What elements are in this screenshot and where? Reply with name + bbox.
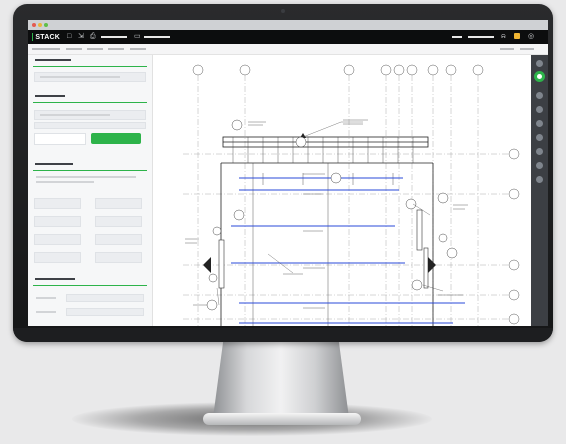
- stack-logo[interactable]: STACK: [32, 32, 60, 42]
- nav-item[interactable]: [66, 48, 82, 50]
- blueprint-drawing[interactable]: [153, 55, 531, 326]
- help-icon[interactable]: ◎: [528, 33, 535, 40]
- row-value[interactable]: [66, 308, 144, 316]
- section-title: [35, 95, 65, 97]
- bell-icon[interactable]: ⍾: [501, 33, 508, 40]
- section-divider: [33, 66, 147, 67]
- nav-item[interactable]: [520, 48, 534, 50]
- user-icon[interactable]: [514, 33, 520, 39]
- browser-chrome: [28, 20, 548, 30]
- add-button[interactable]: [91, 133, 141, 144]
- markup-tool-icon[interactable]: [536, 148, 543, 155]
- property-field[interactable]: [34, 198, 81, 209]
- nav-item[interactable]: [32, 48, 60, 50]
- select-tool-dot: [537, 74, 542, 79]
- section-divider: [33, 102, 147, 103]
- area-tool-icon[interactable]: [536, 120, 543, 127]
- camera: [281, 9, 285, 13]
- toolbar-dropdown[interactable]: [101, 36, 127, 38]
- right-toolbar: [531, 55, 548, 326]
- secondary-nav: [28, 44, 548, 55]
- property-field[interactable]: [95, 252, 142, 263]
- field-placeholder: [40, 114, 110, 116]
- section-title: [35, 59, 71, 61]
- select-tool-icon[interactable]: [534, 71, 545, 82]
- layers-tool-icon[interactable]: [536, 162, 543, 169]
- toolbar-text: [452, 36, 462, 38]
- field-placeholder: [40, 76, 120, 78]
- section-divider: [33, 170, 147, 171]
- stack-logo-icon: [32, 33, 34, 41]
- pan-tool-icon[interactable]: [536, 92, 543, 99]
- text-line: [36, 181, 94, 183]
- blueprint-svg: [183, 64, 520, 326]
- count-tool-icon[interactable]: [536, 134, 543, 141]
- nav-item[interactable]: [108, 48, 124, 50]
- nav-item[interactable]: [87, 48, 103, 50]
- minimize-dot[interactable]: [38, 23, 42, 27]
- text-line: [36, 176, 136, 178]
- monitor-stand: [213, 336, 349, 418]
- screen: STACK □ ⇲ ⎙ ▭ ⍾ ◎: [28, 20, 548, 326]
- print-icon[interactable]: ⎙: [90, 33, 97, 40]
- toolbar-dropdown[interactable]: [144, 36, 170, 38]
- item-field[interactable]: [34, 122, 146, 129]
- monitor-base: [203, 413, 361, 425]
- square-icon[interactable]: □: [67, 33, 74, 40]
- monitor-chin: [13, 328, 553, 342]
- left-panel: [28, 55, 153, 326]
- window-icon[interactable]: ▭: [134, 33, 141, 40]
- zoom-tool-icon[interactable]: [536, 60, 543, 67]
- app-logo-text: STACK: [35, 33, 60, 41]
- settings-tool-icon[interactable]: [536, 176, 543, 183]
- zoom-dot[interactable]: [44, 23, 48, 27]
- property-field[interactable]: [95, 234, 142, 245]
- section-title: [35, 278, 75, 280]
- property-field[interactable]: [95, 198, 142, 209]
- section-divider: [33, 285, 147, 286]
- item-code-input[interactable]: [34, 133, 86, 145]
- nav-item[interactable]: [130, 48, 146, 50]
- property-field[interactable]: [34, 252, 81, 263]
- toolbar-text: [468, 36, 494, 38]
- expand-icon[interactable]: ⇲: [78, 33, 85, 40]
- close-dot[interactable]: [32, 23, 36, 27]
- row-label: [36, 297, 56, 299]
- row-label: [36, 311, 56, 313]
- app-toolbar: STACK □ ⇲ ⎙ ▭ ⍾ ◎: [28, 30, 548, 44]
- nav-item[interactable]: [500, 48, 514, 50]
- property-field[interactable]: [95, 216, 142, 227]
- property-field[interactable]: [34, 216, 81, 227]
- property-field[interactable]: [34, 234, 81, 245]
- row-value[interactable]: [66, 294, 144, 302]
- measure-tool-icon[interactable]: [536, 106, 543, 113]
- section-title: [35, 163, 73, 165]
